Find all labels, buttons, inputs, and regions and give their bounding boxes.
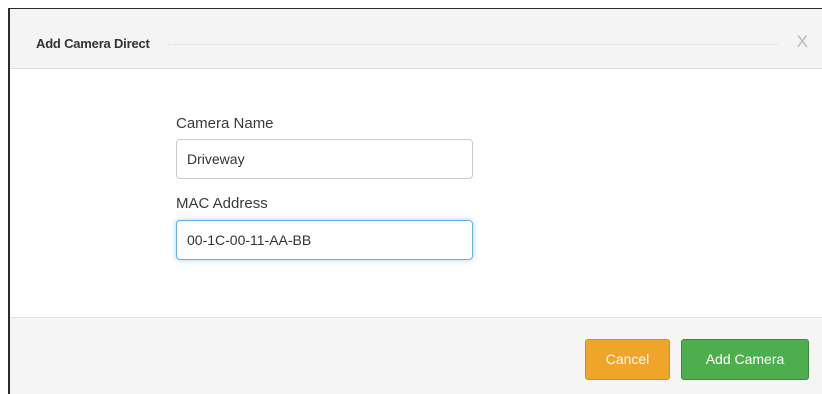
mac-address-input[interactable] (176, 220, 473, 260)
add-camera-button[interactable]: Add Camera (681, 339, 809, 380)
camera-name-input[interactable] (176, 139, 473, 179)
mac-address-label: MAC Address (176, 195, 268, 212)
page: Add Camera Direct X Camera Name MAC Addr… (0, 0, 822, 394)
add-camera-dialog: Add Camera Direct X Camera Name MAC Addr… (8, 8, 822, 394)
dialog-title: Add Camera Direct (36, 36, 150, 51)
header-divider (168, 44, 778, 45)
dialog-footer: Cancel Add Camera (10, 317, 822, 394)
close-button[interactable]: X (797, 32, 808, 52)
cancel-button[interactable]: Cancel (585, 339, 670, 380)
camera-name-label: Camera Name (176, 115, 274, 132)
dialog-header: Add Camera Direct X (10, 9, 822, 69)
